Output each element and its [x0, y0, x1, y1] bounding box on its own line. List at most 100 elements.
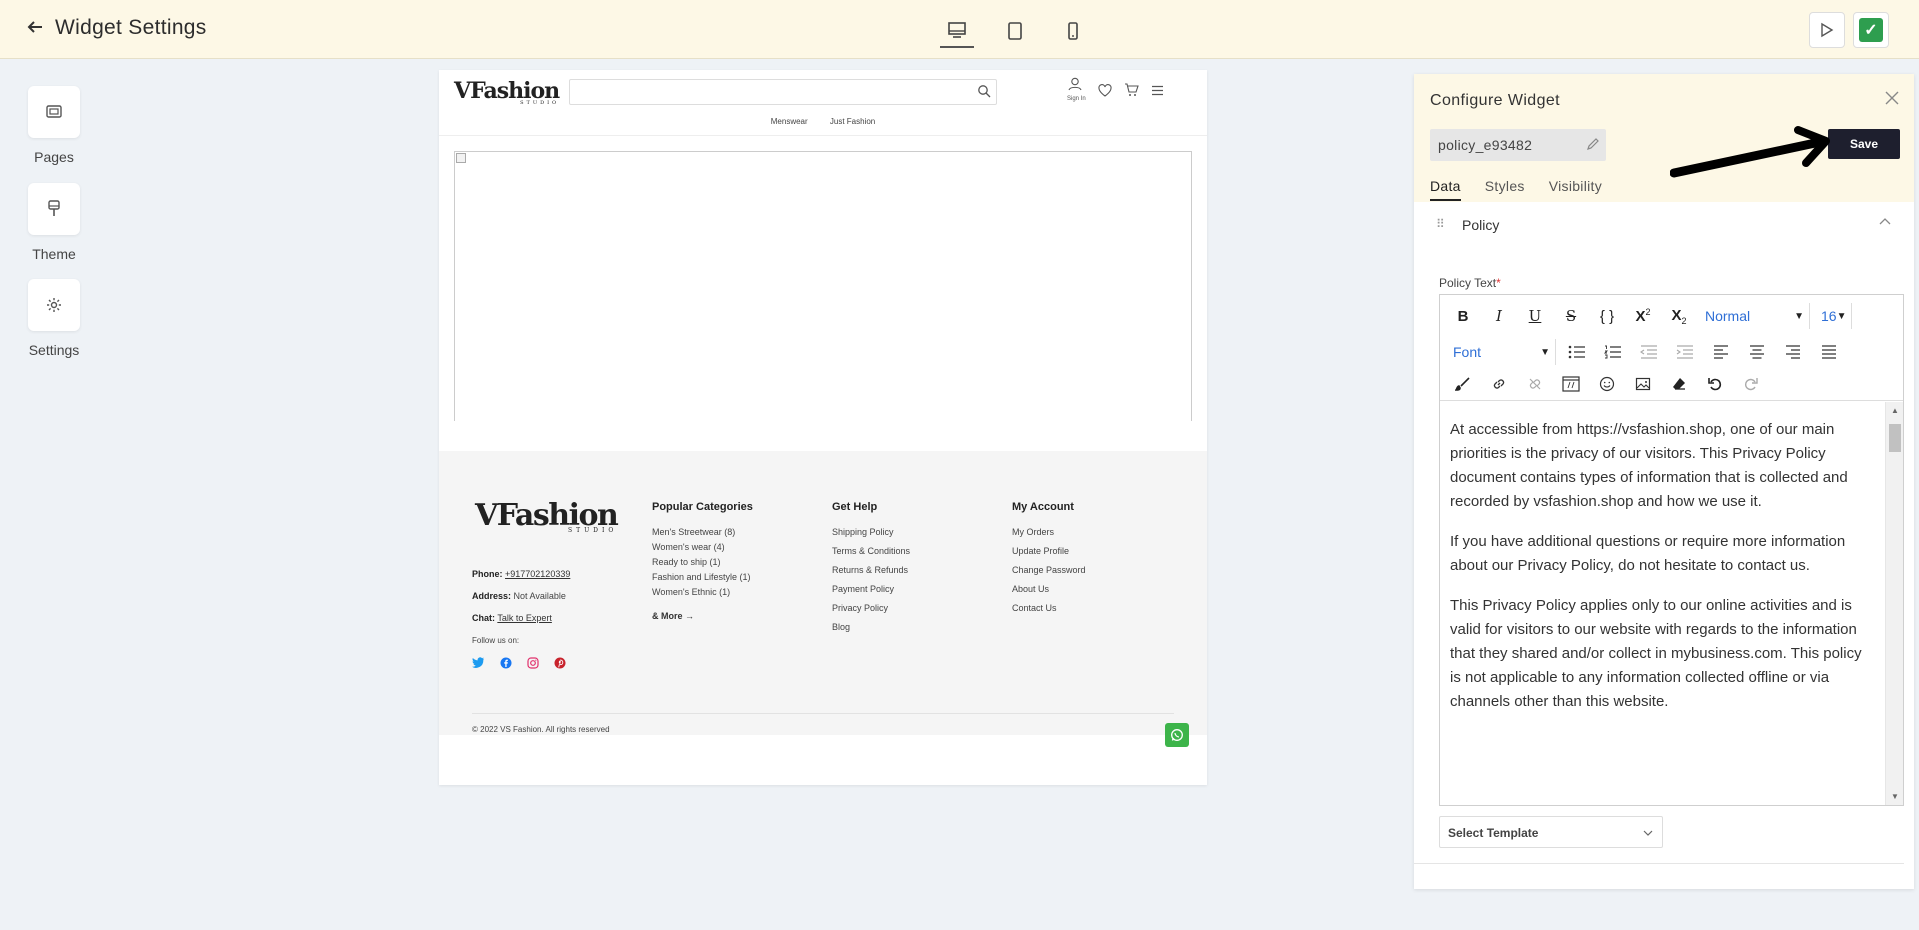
- chevron-up-icon: [1879, 218, 1891, 225]
- close-button[interactable]: [1884, 88, 1900, 110]
- code-button[interactable]: { }: [1592, 303, 1622, 329]
- policy-text-area[interactable]: At accessible from https://vsfashion.sho…: [1440, 402, 1885, 805]
- footer-link[interactable]: Payment Policy: [832, 584, 910, 594]
- whatsapp-button[interactable]: [1165, 723, 1189, 747]
- drag-handle-icon[interactable]: ⠿: [1436, 217, 1445, 231]
- align-center-button[interactable]: [1742, 339, 1772, 365]
- caret-down-icon: ▼: [1540, 346, 1550, 358]
- indent-decrease-button[interactable]: [1634, 339, 1664, 365]
- desktop-view-button[interactable]: [940, 14, 974, 48]
- align-left-button[interactable]: [1706, 339, 1736, 365]
- tab-visibility[interactable]: Visibility: [1549, 178, 1602, 201]
- bold-icon: B: [1457, 307, 1469, 325]
- scrollbar-thumb[interactable]: [1889, 424, 1901, 452]
- font-size-select[interactable]: 16 ▼: [1816, 303, 1852, 329]
- text-color-button[interactable]: [1448, 371, 1478, 397]
- store-search-input[interactable]: [569, 79, 997, 105]
- footer-link[interactable]: Fashion and Lifestyle (1): [652, 572, 753, 582]
- pinterest-icon[interactable]: [554, 657, 566, 669]
- footer-link[interactable]: My Orders: [1012, 527, 1086, 537]
- store-logo[interactable]: VFashion STUDIO: [454, 78, 560, 106]
- footer-link[interactable]: Update Profile: [1012, 546, 1086, 556]
- embed-button[interactable]: [1556, 371, 1586, 397]
- indent-increase-button[interactable]: [1670, 339, 1700, 365]
- footer-link[interactable]: Returns & Refunds: [832, 565, 910, 575]
- footer-link[interactable]: Blog: [832, 622, 910, 632]
- outdent-icon: [1640, 345, 1657, 359]
- preview-play-button[interactable]: [1809, 12, 1845, 48]
- chat-link[interactable]: Talk to Expert: [497, 613, 552, 623]
- footer-link[interactable]: Contact Us: [1012, 603, 1086, 613]
- footer-link[interactable]: Terms & Conditions: [832, 546, 910, 556]
- tab-styles[interactable]: Styles: [1485, 178, 1525, 201]
- bold-button[interactable]: B: [1448, 303, 1478, 329]
- align-right-button[interactable]: [1778, 339, 1808, 365]
- sidebar-item-settings[interactable]: Settings: [28, 279, 80, 358]
- footer-link[interactable]: Women's Ethnic (1): [652, 587, 753, 597]
- twitter-icon[interactable]: [472, 657, 485, 668]
- link-icon: [1493, 379, 1505, 389]
- publish-button[interactable]: ✓: [1853, 12, 1889, 48]
- editor-scrollbar[interactable]: ▲ ▼: [1885, 402, 1903, 805]
- scroll-down-icon[interactable]: ▼: [1891, 792, 1899, 801]
- bullet-list-button[interactable]: [1562, 339, 1592, 365]
- phone-link[interactable]: +917702120339: [505, 569, 570, 579]
- clear-format-button[interactable]: [1664, 371, 1694, 397]
- footer-link[interactable]: About Us: [1012, 584, 1086, 594]
- footer-link[interactable]: Women's wear (4): [652, 542, 753, 552]
- scroll-up-icon[interactable]: ▲: [1891, 406, 1899, 415]
- configure-widget-panel: Configure Widget policy_e93482 Save Data…: [1414, 74, 1914, 889]
- numbered-list-button[interactable]: [1598, 339, 1628, 365]
- accordion-header-policy[interactable]: ⠿ Policy: [1430, 211, 1900, 241]
- emoji-button[interactable]: [1592, 371, 1622, 397]
- more-categories-link[interactable]: & More →: [652, 611, 753, 621]
- link-button[interactable]: [1484, 371, 1514, 397]
- align-justify-button[interactable]: [1814, 339, 1844, 365]
- undo-button[interactable]: [1700, 371, 1730, 397]
- footer-link[interactable]: Shipping Policy: [832, 527, 910, 537]
- search-icon: [978, 85, 991, 98]
- strikethrough-button[interactable]: S: [1556, 303, 1586, 329]
- nav-link-menswear[interactable]: Menswear: [771, 117, 808, 126]
- cart-icon[interactable]: [1124, 83, 1139, 97]
- sign-in-button[interactable]: Sign In: [1067, 77, 1086, 103]
- underline-button[interactable]: U: [1520, 303, 1550, 329]
- tablet-view-button[interactable]: [998, 14, 1032, 48]
- select-template-dropdown[interactable]: Select Template: [1439, 816, 1663, 848]
- divider: [472, 713, 1174, 714]
- nav-link-just-fashion[interactable]: Just Fashion: [830, 117, 875, 126]
- page-preview: VFashion STUDIO Sign In Menswear Just Fas…: [439, 70, 1207, 785]
- subscript-button[interactable]: X2: [1664, 303, 1694, 329]
- mobile-view-button[interactable]: [1056, 14, 1090, 48]
- format-select[interactable]: Normal ▼: [1700, 303, 1810, 329]
- heart-icon[interactable]: [1098, 83, 1112, 97]
- save-button[interactable]: Save: [1828, 129, 1900, 159]
- footer-link[interactable]: Change Password: [1012, 565, 1086, 575]
- superscript-button[interactable]: X2: [1628, 303, 1658, 329]
- footer-link[interactable]: Ready to ship (1): [652, 557, 753, 567]
- footer-link[interactable]: Privacy Policy: [832, 603, 910, 613]
- panel-header: Configure Widget policy_e93482 Save Data…: [1414, 74, 1914, 202]
- menu-icon[interactable]: [1151, 85, 1164, 96]
- content-paragraph: If you have additional questions or requ…: [1450, 533, 1846, 574]
- copyright: © 2022 VS Fashion. All rights reserved: [472, 725, 610, 734]
- italic-button[interactable]: I: [1484, 303, 1514, 329]
- back-button[interactable]: [26, 17, 44, 41]
- footer-col-title: My Account: [1012, 501, 1074, 513]
- footer-link[interactable]: Men's Streetwear (8): [652, 527, 753, 537]
- facebook-icon[interactable]: [500, 657, 512, 669]
- embed-icon: [1562, 376, 1580, 392]
- redo-button[interactable]: [1736, 371, 1766, 397]
- instagram-icon[interactable]: [527, 657, 539, 669]
- widget-name-field[interactable]: policy_e93482: [1430, 129, 1606, 161]
- sidebar-item-theme[interactable]: Theme: [28, 183, 80, 262]
- image-button[interactable]: [1628, 371, 1658, 397]
- font-select[interactable]: Font ▼: [1448, 339, 1556, 365]
- pencil-icon[interactable]: [1586, 137, 1600, 151]
- sidebar-item-pages[interactable]: Pages: [28, 86, 80, 165]
- italic-icon: I: [1496, 307, 1502, 325]
- footer-col-categories: Popular Categories Men's Streetwear (8) …: [652, 501, 753, 621]
- rich-text-editor: B I U S { } X2 X2 Normal ▼ 16 ▼ Font ▼ A…: [1439, 294, 1904, 806]
- unlink-button[interactable]: [1520, 371, 1550, 397]
- tab-data[interactable]: Data: [1430, 178, 1461, 201]
